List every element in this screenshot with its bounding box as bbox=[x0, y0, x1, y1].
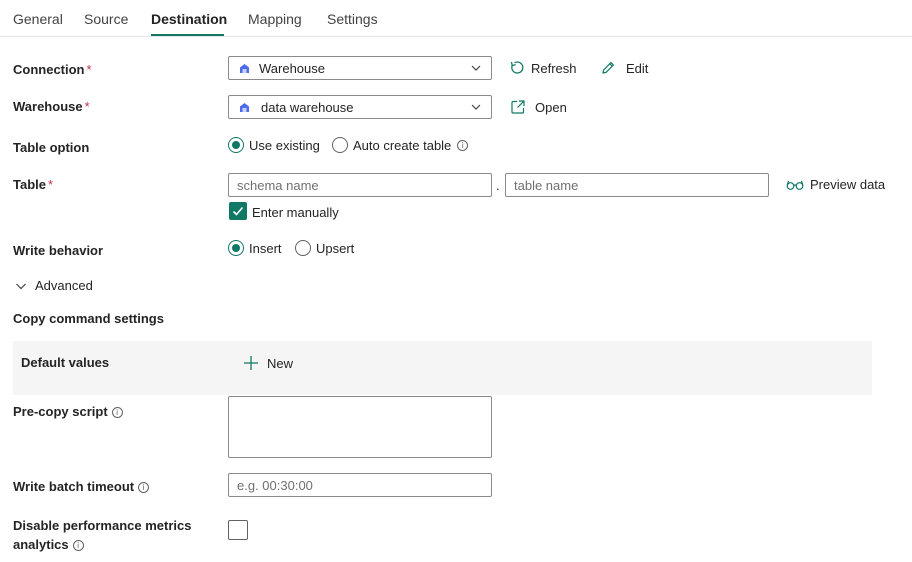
add-default-value-button[interactable]: New bbox=[243, 355, 293, 371]
tab-source[interactable]: Source bbox=[84, 11, 128, 27]
disable-metrics-label-line2-text: analytics bbox=[13, 537, 69, 552]
write-batch-timeout-input[interactable] bbox=[228, 473, 492, 497]
radio-auto-create-label: Auto create table bbox=[353, 137, 452, 153]
connection-dropdown[interactable]: Warehouse bbox=[228, 56, 492, 80]
new-label: New bbox=[267, 355, 294, 371]
write-batch-timeout-label-text: Write batch timeout bbox=[13, 479, 135, 494]
open-label: Open bbox=[535, 99, 567, 115]
pencil-icon bbox=[602, 62, 614, 74]
disable-metrics-label-line2: analytics i bbox=[13, 535, 191, 554]
disable-metrics-checkbox[interactable] bbox=[228, 520, 248, 540]
schema-name-input[interactable] bbox=[228, 173, 492, 197]
plus-icon bbox=[244, 356, 258, 370]
connection-label-text: Connection bbox=[13, 62, 85, 77]
schema-table-separator: . bbox=[496, 178, 500, 193]
pre-copy-script-textarea[interactable] bbox=[228, 396, 492, 458]
pre-copy-script-label-text: Pre-copy script bbox=[13, 404, 108, 419]
radio-use-existing[interactable]: Use existing bbox=[228, 137, 320, 153]
preview-data-label: Preview data bbox=[810, 177, 886, 192]
pre-copy-script-label: Pre-copy script i bbox=[13, 404, 123, 419]
radio-circle bbox=[295, 240, 311, 256]
table-option-label: Table option bbox=[13, 140, 90, 155]
required-marker: * bbox=[86, 62, 92, 77]
warehouse-label: Warehouse * bbox=[13, 99, 90, 114]
tab-bar-divider bbox=[0, 36, 912, 37]
disable-metrics-label-line1: Disable performance metrics bbox=[13, 518, 192, 533]
radio-circle-selected bbox=[228, 137, 244, 153]
warehouse-dropdown[interactable]: data warehouse bbox=[228, 95, 492, 119]
info-icon[interactable]: i bbox=[457, 139, 469, 151]
connection-label: Connection * bbox=[13, 62, 92, 77]
enter-manually-checkbox[interactable] bbox=[229, 202, 247, 220]
radio-circle-selected bbox=[228, 240, 244, 256]
default-values-panel: Default values New bbox=[13, 341, 872, 395]
write-batch-timeout-label: Write batch timeout i bbox=[13, 479, 150, 494]
chevron-down-icon bbox=[16, 283, 26, 289]
write-behavior-label: Write behavior bbox=[13, 243, 104, 258]
edit-label: Edit bbox=[626, 60, 649, 76]
warehouse-icon bbox=[240, 64, 249, 73]
open-external-icon bbox=[511, 100, 525, 114]
required-marker: * bbox=[84, 99, 90, 114]
info-icon[interactable]: i bbox=[111, 407, 123, 418]
copy-command-heading: Copy command settings bbox=[13, 311, 164, 326]
refresh-button[interactable]: Refresh bbox=[509, 60, 577, 76]
advanced-label: Advanced bbox=[35, 278, 93, 293]
radio-auto-create-table[interactable]: Auto create table i bbox=[332, 137, 469, 153]
required-marker: * bbox=[48, 177, 54, 192]
tab-destination[interactable]: Destination bbox=[151, 11, 227, 27]
default-values-label: Default values bbox=[21, 355, 110, 370]
glasses-icon bbox=[786, 180, 804, 190]
radio-use-existing-label: Use existing bbox=[249, 137, 320, 153]
tab-mapping[interactable]: Mapping bbox=[248, 11, 302, 27]
enter-manually-label: Enter manually bbox=[252, 205, 339, 220]
edit-button[interactable]: Edit bbox=[600, 60, 648, 76]
info-icon[interactable]: i bbox=[72, 540, 84, 551]
disable-metrics-label: Disable performance metrics analytics i bbox=[13, 516, 191, 554]
table-label-text: Table bbox=[13, 177, 46, 192]
radio-insert-label: Insert bbox=[249, 240, 282, 256]
chevron-down-icon bbox=[471, 65, 481, 71]
info-icon[interactable]: i bbox=[138, 482, 150, 493]
connection-value: Warehouse bbox=[259, 61, 325, 76]
preview-data-button[interactable]: Preview data bbox=[786, 177, 885, 192]
table-label: Table * bbox=[13, 177, 53, 192]
radio-upsert[interactable]: Upsert bbox=[295, 240, 354, 256]
warehouse-label-text: Warehouse bbox=[13, 99, 83, 114]
advanced-toggle[interactable]: Advanced bbox=[15, 278, 93, 293]
chevron-down-icon bbox=[471, 104, 481, 110]
radio-insert[interactable]: Insert bbox=[228, 240, 282, 256]
refresh-label: Refresh bbox=[531, 60, 577, 76]
tab-general[interactable]: General bbox=[13, 11, 63, 27]
checkmark-icon bbox=[232, 206, 244, 216]
table-name-input[interactable] bbox=[505, 173, 769, 197]
tab-settings[interactable]: Settings bbox=[327, 11, 378, 27]
open-button[interactable]: Open bbox=[510, 99, 567, 115]
warehouse-value: data warehouse bbox=[261, 100, 354, 115]
warehouse-icon bbox=[240, 103, 249, 112]
radio-circle bbox=[332, 137, 348, 153]
radio-upsert-label: Upsert bbox=[316, 240, 355, 256]
refresh-icon bbox=[510, 61, 524, 74]
